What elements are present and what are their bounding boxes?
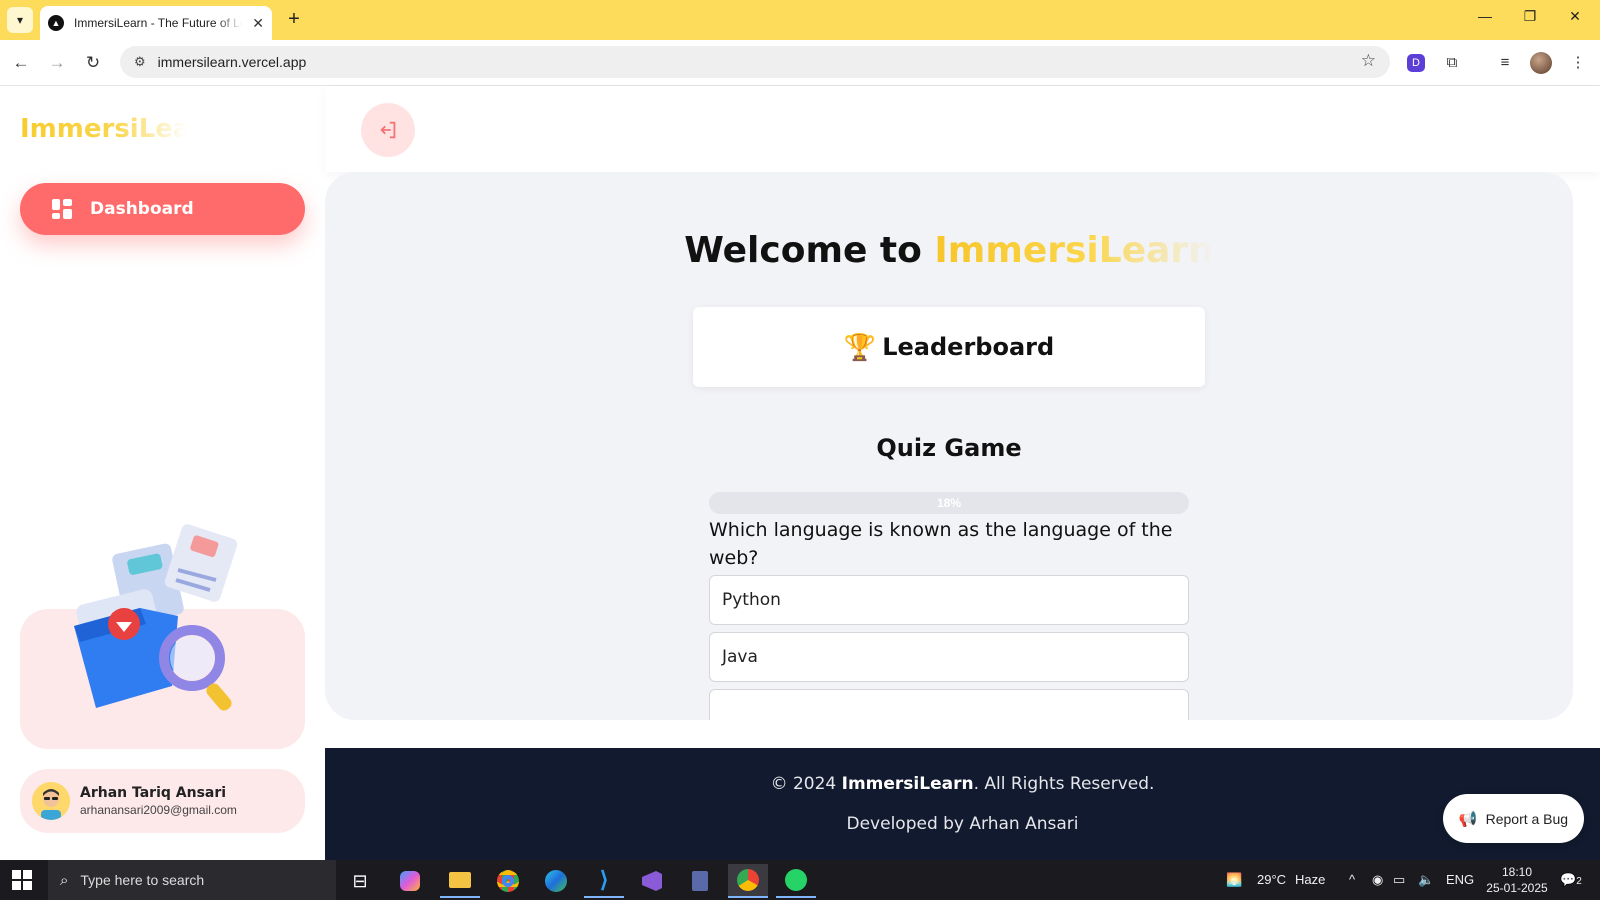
quiz-option[interactable]: Java (709, 632, 1189, 682)
quiz-option-partial[interactable] (709, 689, 1189, 720)
main-content: Welcome to ImmersiLearn 🏆 Leaderboard Qu… (325, 172, 1573, 720)
back-icon[interactable]: ← (8, 50, 34, 76)
clock-date: 25-01-2025 (1486, 881, 1548, 895)
menu-kebab-icon[interactable]: ⋮ (1566, 51, 1590, 75)
chrome-active-icon[interactable] (728, 864, 768, 898)
quiz-progress-bar: 18% (709, 492, 1189, 514)
calculator-icon[interactable] (680, 864, 720, 898)
vscode-icon[interactable]: ⟩ (584, 864, 624, 898)
welcome-heading: Welcome to ImmersiLearn (325, 230, 1573, 271)
user-avatar-icon (32, 782, 70, 820)
forward-icon[interactable]: → (44, 50, 70, 76)
browser-toolbar: ← → ↻ ⚙ immersilearn.vercel.app ☆ D ⧉ ≡ … (0, 40, 1600, 86)
network-icon[interactable]: ▭ (1393, 860, 1405, 900)
leaderboard-title: Leaderboard (882, 333, 1055, 361)
browser-tab[interactable]: ▲ ImmersiLearn - The Future of Learning … (40, 6, 272, 40)
megaphone-icon: 📢 (1458, 810, 1478, 828)
whatsapp-icon[interactable] (776, 864, 816, 898)
meet-now-icon[interactable]: ◉ (1372, 860, 1383, 900)
trophy-icon: 🏆 (843, 331, 877, 362)
dashboard-grid-icon (52, 199, 72, 219)
browser-tab-bar: ▾ ▲ ImmersiLearn - The Future of Learnin… (0, 0, 1600, 40)
developed-by-text: Developed by Arhan Ansari (846, 814, 1079, 834)
welcome-brand: ImmersiLearn (934, 230, 1214, 271)
weather-icon[interactable]: 🌅 (1226, 860, 1242, 900)
welcome-prefix: Welcome to (684, 230, 922, 271)
new-tab-icon[interactable]: + (282, 8, 306, 32)
user-email: arhanansari2009@gmail.com (80, 803, 237, 817)
bookmark-star-icon[interactable]: ☆ (1361, 51, 1376, 71)
user-name: Arhan Tariq Ansari (80, 785, 227, 801)
report-bug-button[interactable]: 📢 Report a Bug (1443, 794, 1584, 843)
copyright-text: © 2024 ImmersiLearn. All Rights Reserved… (325, 774, 1600, 794)
report-bug-label: Report a Bug (1485, 810, 1569, 827)
copilot-icon[interactable] (390, 864, 430, 898)
quiz-option[interactable]: Python (709, 575, 1189, 625)
clock-time: 18:10 (1501, 865, 1533, 879)
leaderboard-card[interactable]: 🏆 Leaderboard (693, 307, 1205, 387)
system-clock[interactable]: 18:10 25-01-2025 (1483, 864, 1551, 896)
windows-start-icon[interactable] (12, 870, 32, 890)
weather-desc[interactable]: Haze (1295, 860, 1325, 900)
quiz-title: Quiz Game (876, 434, 1022, 462)
volume-icon[interactable]: 🔈 (1418, 860, 1434, 900)
sidebar: ImmersiLearn Dashboard (0, 86, 325, 860)
media-controls-icon[interactable]: ≡ (1493, 51, 1517, 75)
reload-icon[interactable]: ↻ (80, 50, 106, 76)
footer: © 2024 ImmersiLearn. All Rights Reserved… (325, 748, 1600, 860)
taskbar-search-input[interactable]: ⌕ Type here to search (48, 860, 336, 900)
url-text[interactable]: immersilearn.vercel.app (158, 54, 307, 70)
weather-temp[interactable]: 29°C (1257, 860, 1286, 900)
visual-studio-icon[interactable] (632, 864, 672, 898)
chrome-icon[interactable] (488, 864, 528, 898)
close-window-icon[interactable]: ✕ (1555, 8, 1595, 32)
folder-search-illustration (74, 524, 238, 711)
copyright-brand: ImmersiLearn (841, 774, 974, 794)
app-logo[interactable]: ImmersiLearn (20, 114, 195, 144)
quiz-question: Which language is known as the language … (709, 519, 1173, 569)
edge-icon[interactable] (536, 864, 576, 898)
restore-icon[interactable]: ❐ (1510, 8, 1550, 32)
task-view-icon[interactable]: ⊟ (340, 864, 380, 898)
logout-icon (380, 121, 396, 139)
notifications-icon[interactable]: 💬2 (1560, 860, 1582, 900)
sidebar-item-label: Dashboard (90, 199, 194, 219)
tab-search-button[interactable]: ▾ (7, 7, 33, 33)
language-indicator[interactable]: ENG (1446, 860, 1474, 900)
site-favicon-icon: ▲ (48, 15, 64, 31)
copyright-suffix: . All Rights Reserved. (973, 774, 1155, 794)
copyright-prefix: © 2024 (770, 774, 837, 794)
sidebar-item-dashboard[interactable]: Dashboard (20, 183, 305, 235)
profile-avatar-icon[interactable] (1530, 52, 1552, 74)
taskbar-search-placeholder: Type here to search (80, 872, 205, 888)
avatar (32, 782, 70, 820)
notification-count: 2 (1576, 876, 1582, 887)
minimize-icon[interactable]: — (1465, 8, 1505, 32)
extension-icon[interactable]: D (1407, 54, 1425, 72)
tab-title: ImmersiLearn - The Future of Learning (74, 16, 242, 30)
top-bar (325, 86, 1600, 172)
logout-button[interactable] (361, 103, 415, 157)
user-profile-card[interactable]: Arhan Tariq Ansari arhanansari2009@gmail… (20, 769, 305, 833)
site-settings-icon[interactable]: ⚙ (134, 54, 146, 70)
tray-chevron-icon[interactable]: ^ (1349, 860, 1355, 900)
address-bar[interactable]: ⚙ immersilearn.vercel.app ☆ (120, 46, 1390, 78)
extensions-puzzle-icon[interactable]: ⧉ (1440, 51, 1464, 75)
quiz-progress-label: 18% (936, 496, 962, 510)
search-icon: ⌕ (60, 871, 69, 889)
file-explorer-icon[interactable] (440, 864, 480, 898)
close-tab-icon[interactable]: ✕ (252, 15, 264, 32)
taskbar: ⌕ Type here to search ⊟ ⟩ 🌅 29°C Haze ^ … (0, 860, 1600, 900)
